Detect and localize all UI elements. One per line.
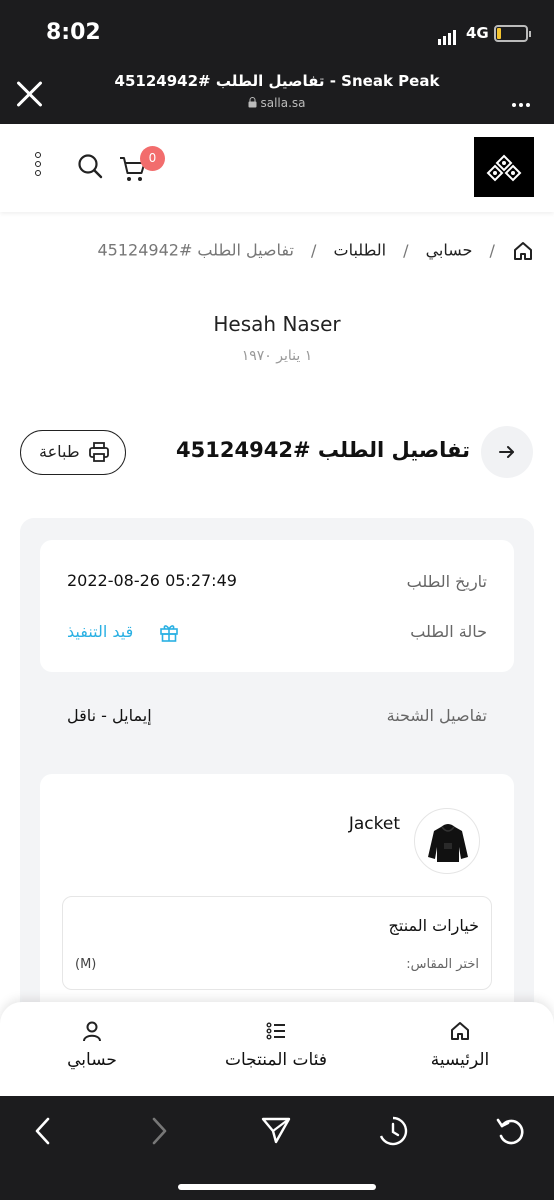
printer-icon <box>89 442 109 462</box>
product-options-box <box>62 896 492 990</box>
user-icon <box>83 1021 101 1042</box>
order-date-label: تاريخ الطلب <box>406 572 487 591</box>
home-icon <box>451 1022 469 1040</box>
more-options-icon[interactable] <box>512 92 533 111</box>
cart-count-badge: 0 <box>140 146 165 171</box>
print-button-label: طباعة <box>39 442 80 461</box>
breadcrumb-separator: / <box>311 240 317 260</box>
order-date-value: 2022-08-26 05:27:49 <box>67 571 237 590</box>
status-time: 8:02 <box>46 20 101 45</box>
arrow-right-icon <box>499 446 514 458</box>
close-icon[interactable] <box>14 78 46 110</box>
order-info-card <box>40 540 514 672</box>
gift-icon <box>160 625 178 642</box>
logo-mark <box>486 154 522 182</box>
history-clock-icon[interactable] <box>376 1114 410 1148</box>
store-logo[interactable] <box>474 137 534 197</box>
jacket-image <box>428 824 468 862</box>
back-chevron-icon[interactable] <box>30 1116 56 1146</box>
browser-page-title: تفاصيل الطلب #45124942 - Sneak Peak <box>114 72 440 90</box>
home-icon[interactable] <box>512 240 534 262</box>
nav-account-label: حسابي <box>67 1050 117 1070</box>
forward-chevron-icon[interactable] <box>146 1116 172 1146</box>
breadcrumb-account[interactable]: حسابي <box>426 241 473 260</box>
breadcrumb-separator: / <box>403 240 409 260</box>
browser-url: salla.sa <box>100 96 454 110</box>
product-name[interactable]: Jacket <box>349 814 400 834</box>
site-header: 0 <box>0 124 554 212</box>
search-icon[interactable] <box>76 152 104 180</box>
order-status-value: قيد التنفيذ <box>67 622 134 641</box>
back-button[interactable] <box>481 426 533 478</box>
url-text: salla.sa <box>260 96 306 110</box>
status-bar: 8:02 4G <box>0 0 554 62</box>
menu-icon[interactable] <box>35 152 41 179</box>
order-status-label: حالة الطلب <box>410 622 487 641</box>
nav-account[interactable]: حسابي <box>32 1002 152 1096</box>
reload-icon[interactable] <box>494 1114 528 1148</box>
product-image[interactable] <box>414 808 480 874</box>
customer-date: ١ يناير ١٩٧٠ <box>241 348 313 364</box>
breadcrumb: / حسابي / الطلبات / تفاصيل الطلب #451249… <box>98 240 535 262</box>
network-type: 4G <box>466 24 489 42</box>
shipping-value: إيمايل - ناقل <box>67 706 152 725</box>
browser-header: تفاصيل الطلب #45124942 - Sneak Peak sall… <box>0 62 554 124</box>
nav-categories-label: فئات المنتجات <box>225 1050 327 1070</box>
size-option-value: (M) <box>75 957 97 972</box>
breadcrumb-current: تفاصيل الطلب #45124942 <box>97 240 294 260</box>
customer-name: Hesah Naser <box>213 312 341 336</box>
list-icon <box>266 1022 285 1040</box>
home-indicator[interactable] <box>178 1184 376 1190</box>
share-send-icon[interactable] <box>260 1114 292 1146</box>
breadcrumb-orders[interactable]: الطلبات <box>334 241 387 260</box>
size-option-label: اختر المقاس: <box>406 957 479 972</box>
nav-home-label: الرئيسية <box>430 1050 490 1070</box>
bottom-navigation: الرئيسية فئات المنتجات حسابي <box>0 1002 554 1096</box>
signal-icon <box>438 26 458 45</box>
battery-icon <box>494 25 531 42</box>
nav-home[interactable]: الرئيسية <box>390 1002 530 1096</box>
lock-icon <box>248 97 257 108</box>
product-options-title: خيارات المنتج <box>388 916 479 935</box>
page-title: تفاصيل الطلب #45124942 <box>176 438 470 462</box>
shipping-label: تفاصيل الشحنة <box>386 706 487 725</box>
breadcrumb-separator: / <box>489 240 495 260</box>
nav-categories[interactable]: فئات المنتجات <box>196 1002 356 1096</box>
print-button[interactable]: طباعة <box>20 430 126 475</box>
